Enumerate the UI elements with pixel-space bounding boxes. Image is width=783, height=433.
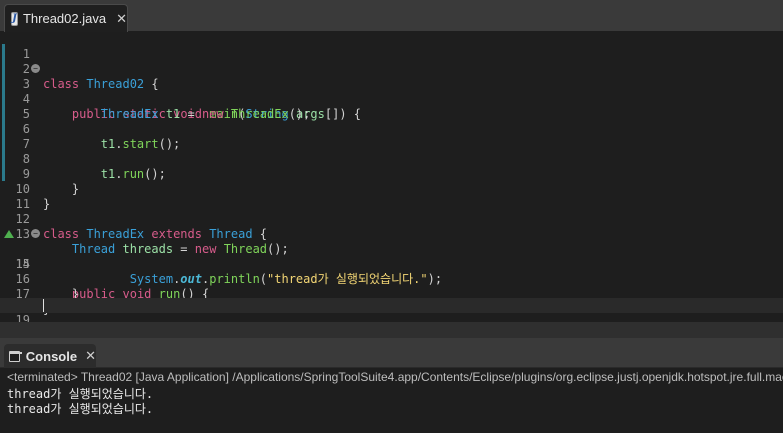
code-line: 15 System.out.println("thread가 실행되었습니다."…: [0, 242, 783, 286]
fold-collapse-icon[interactable]: −: [31, 64, 40, 73]
code-line: 3 − public static void main(String args[…: [0, 62, 783, 121]
code-line: 4 ThreadEx t1 = new ThreadEx();: [0, 77, 783, 121]
code-line: 11: [0, 182, 783, 211]
console-tab-bar: Console ✕: [0, 338, 783, 368]
code-line: 5: [0, 92, 783, 121]
console-output-line: thread가 실행되었습니다.: [7, 402, 154, 416]
code-line: 8 t1.run();: [0, 137, 783, 181]
editor-tab-bar: J Thread02.java ✕: [0, 0, 783, 32]
close-icon[interactable]: ✕: [116, 11, 127, 27]
terminated-status: <terminated> Thread02 [Java Application]…: [7, 370, 783, 384]
code-line: 17 }: [0, 272, 783, 316]
fold-collapse-icon[interactable]: −: [31, 229, 40, 238]
console-output-area[interactable]: <terminated> Thread02 [Java Application]…: [0, 368, 783, 433]
code-line: 2 class Thread02 {: [0, 47, 783, 91]
text-cursor: [43, 299, 44, 312]
console-icon: [9, 350, 22, 362]
console-tab[interactable]: Console ✕: [4, 344, 96, 368]
close-icon[interactable]: ✕: [85, 348, 96, 364]
editor-tab-label: Thread02.java: [22, 11, 107, 26]
code-line: 9 }: [0, 152, 783, 196]
override-marker-icon[interactable]: [4, 230, 14, 238]
code-line: 10 }: [0, 167, 783, 211]
code-line-current: 19: [0, 298, 783, 322]
console-tab-label: Console: [25, 348, 78, 364]
code-line: 7: [0, 122, 783, 151]
code-line: 6 t1.start();: [0, 107, 783, 151]
code-line: 1: [0, 32, 783, 61]
code-line: 14 − public void run() {: [0, 227, 783, 301]
code-editor[interactable]: 1 2 class Thread02 { 3 − public static v…: [0, 32, 783, 322]
code-line: 12 class ThreadEx extends Thread {: [0, 197, 783, 241]
java-file-icon: J: [11, 11, 18, 26]
editor-tab-thread02[interactable]: J Thread02.java ✕: [4, 4, 128, 32]
code-line: 20: [0, 314, 783, 322]
code-line: 16 }: [0, 257, 783, 301]
code-line: 13 Thread threads = new Thread();: [0, 212, 783, 256]
